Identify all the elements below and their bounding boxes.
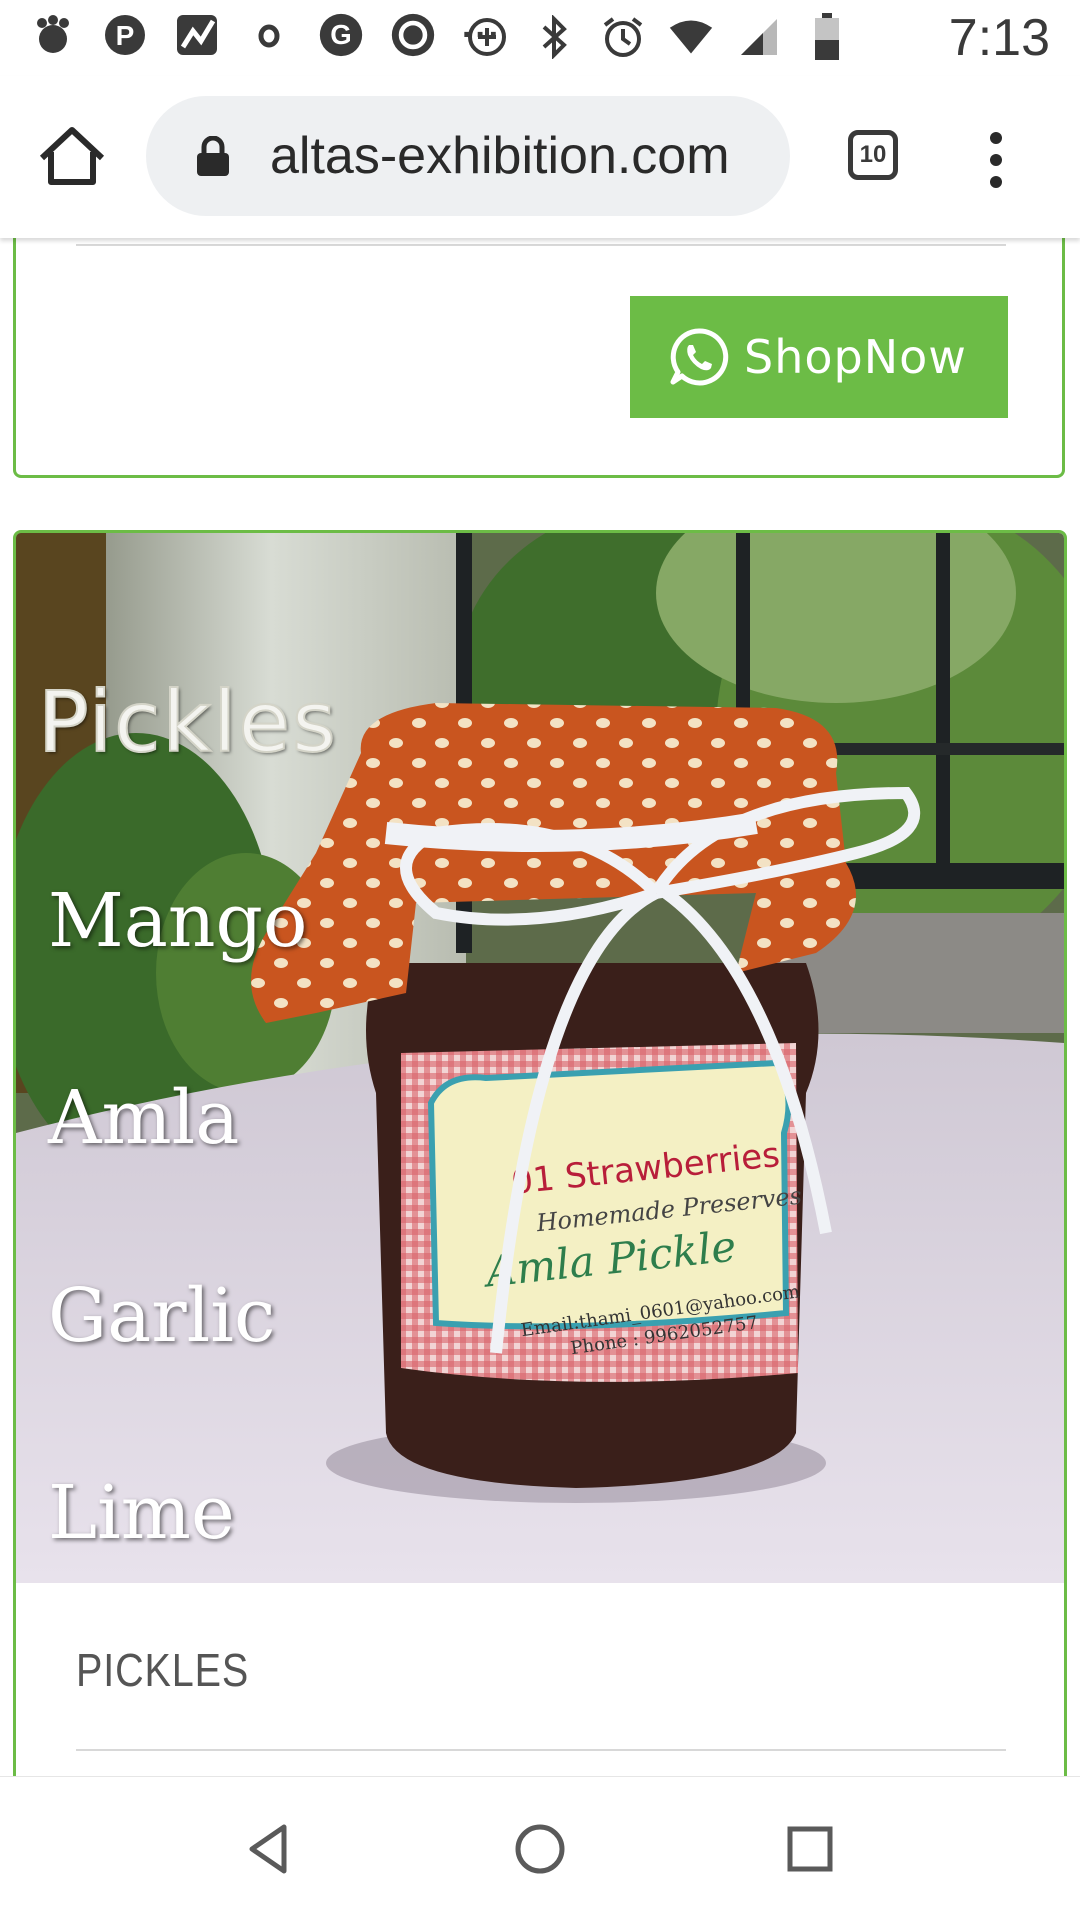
home-circle-icon[interactable] <box>510 1819 570 1879</box>
notification-icons: P G ··· <box>30 12 502 58</box>
pickle-jar-photo[interactable]: 01 Strawberries Homemade Preserves Amla … <box>16 533 1064 1583</box>
divider <box>76 244 1006 246</box>
small-circle-icon <box>246 12 292 58</box>
bluetooth-icon <box>532 14 578 60</box>
wifi-icon <box>668 14 714 60</box>
product-card-pickles: 01 Strawberries Homemade Preserves Amla … <box>13 530 1067 1910</box>
pinterest-icon: P <box>102 12 148 58</box>
data-saver-icon <box>464 14 510 60</box>
overlay-title: Pickles <box>37 672 338 772</box>
system-nav-bar <box>0 1776 1080 1921</box>
cluster-icon <box>30 12 76 58</box>
browser-toolbar: altas-exhibition.com 10 <box>0 76 1080 238</box>
svg-text:G: G <box>330 19 351 50</box>
home-icon[interactable] <box>36 124 108 188</box>
shop-now-button[interactable]: ShopNow <box>630 296 1008 418</box>
product-title[interactable]: PICKLES <box>76 1643 249 1697</box>
battery-icon <box>804 13 850 60</box>
lock-icon <box>196 135 230 176</box>
overlay-item-mango: Mango <box>48 878 308 964</box>
whatsapp-icon <box>668 326 730 388</box>
overlay-item-lime: Lime <box>48 1470 235 1556</box>
trend-icon <box>174 12 220 58</box>
svg-text:P: P <box>116 20 135 51</box>
status-bar: P G ··· 7:13 <box>0 0 1080 76</box>
alarm-icon <box>600 14 646 60</box>
more-vert-icon[interactable] <box>984 130 1008 190</box>
url-text: altas-exhibition.com <box>270 127 730 185</box>
system-icons <box>464 13 850 60</box>
tab-switcher-button[interactable]: 10 <box>848 130 898 180</box>
recents-icon[interactable] <box>780 1819 840 1879</box>
address-bar[interactable]: altas-exhibition.com <box>146 96 790 216</box>
camera-ring-icon <box>390 12 436 58</box>
back-icon[interactable] <box>240 1819 300 1879</box>
google-icon: G <box>318 12 364 58</box>
shop-now-label: ShopNow <box>744 330 967 384</box>
overlay-item-garlic: Garlic <box>48 1273 276 1359</box>
divider <box>76 1749 1006 1751</box>
signal-icon <box>736 14 782 60</box>
overlay-item-amla: Amla <box>48 1075 240 1161</box>
clock: 7:13 <box>948 9 1050 67</box>
